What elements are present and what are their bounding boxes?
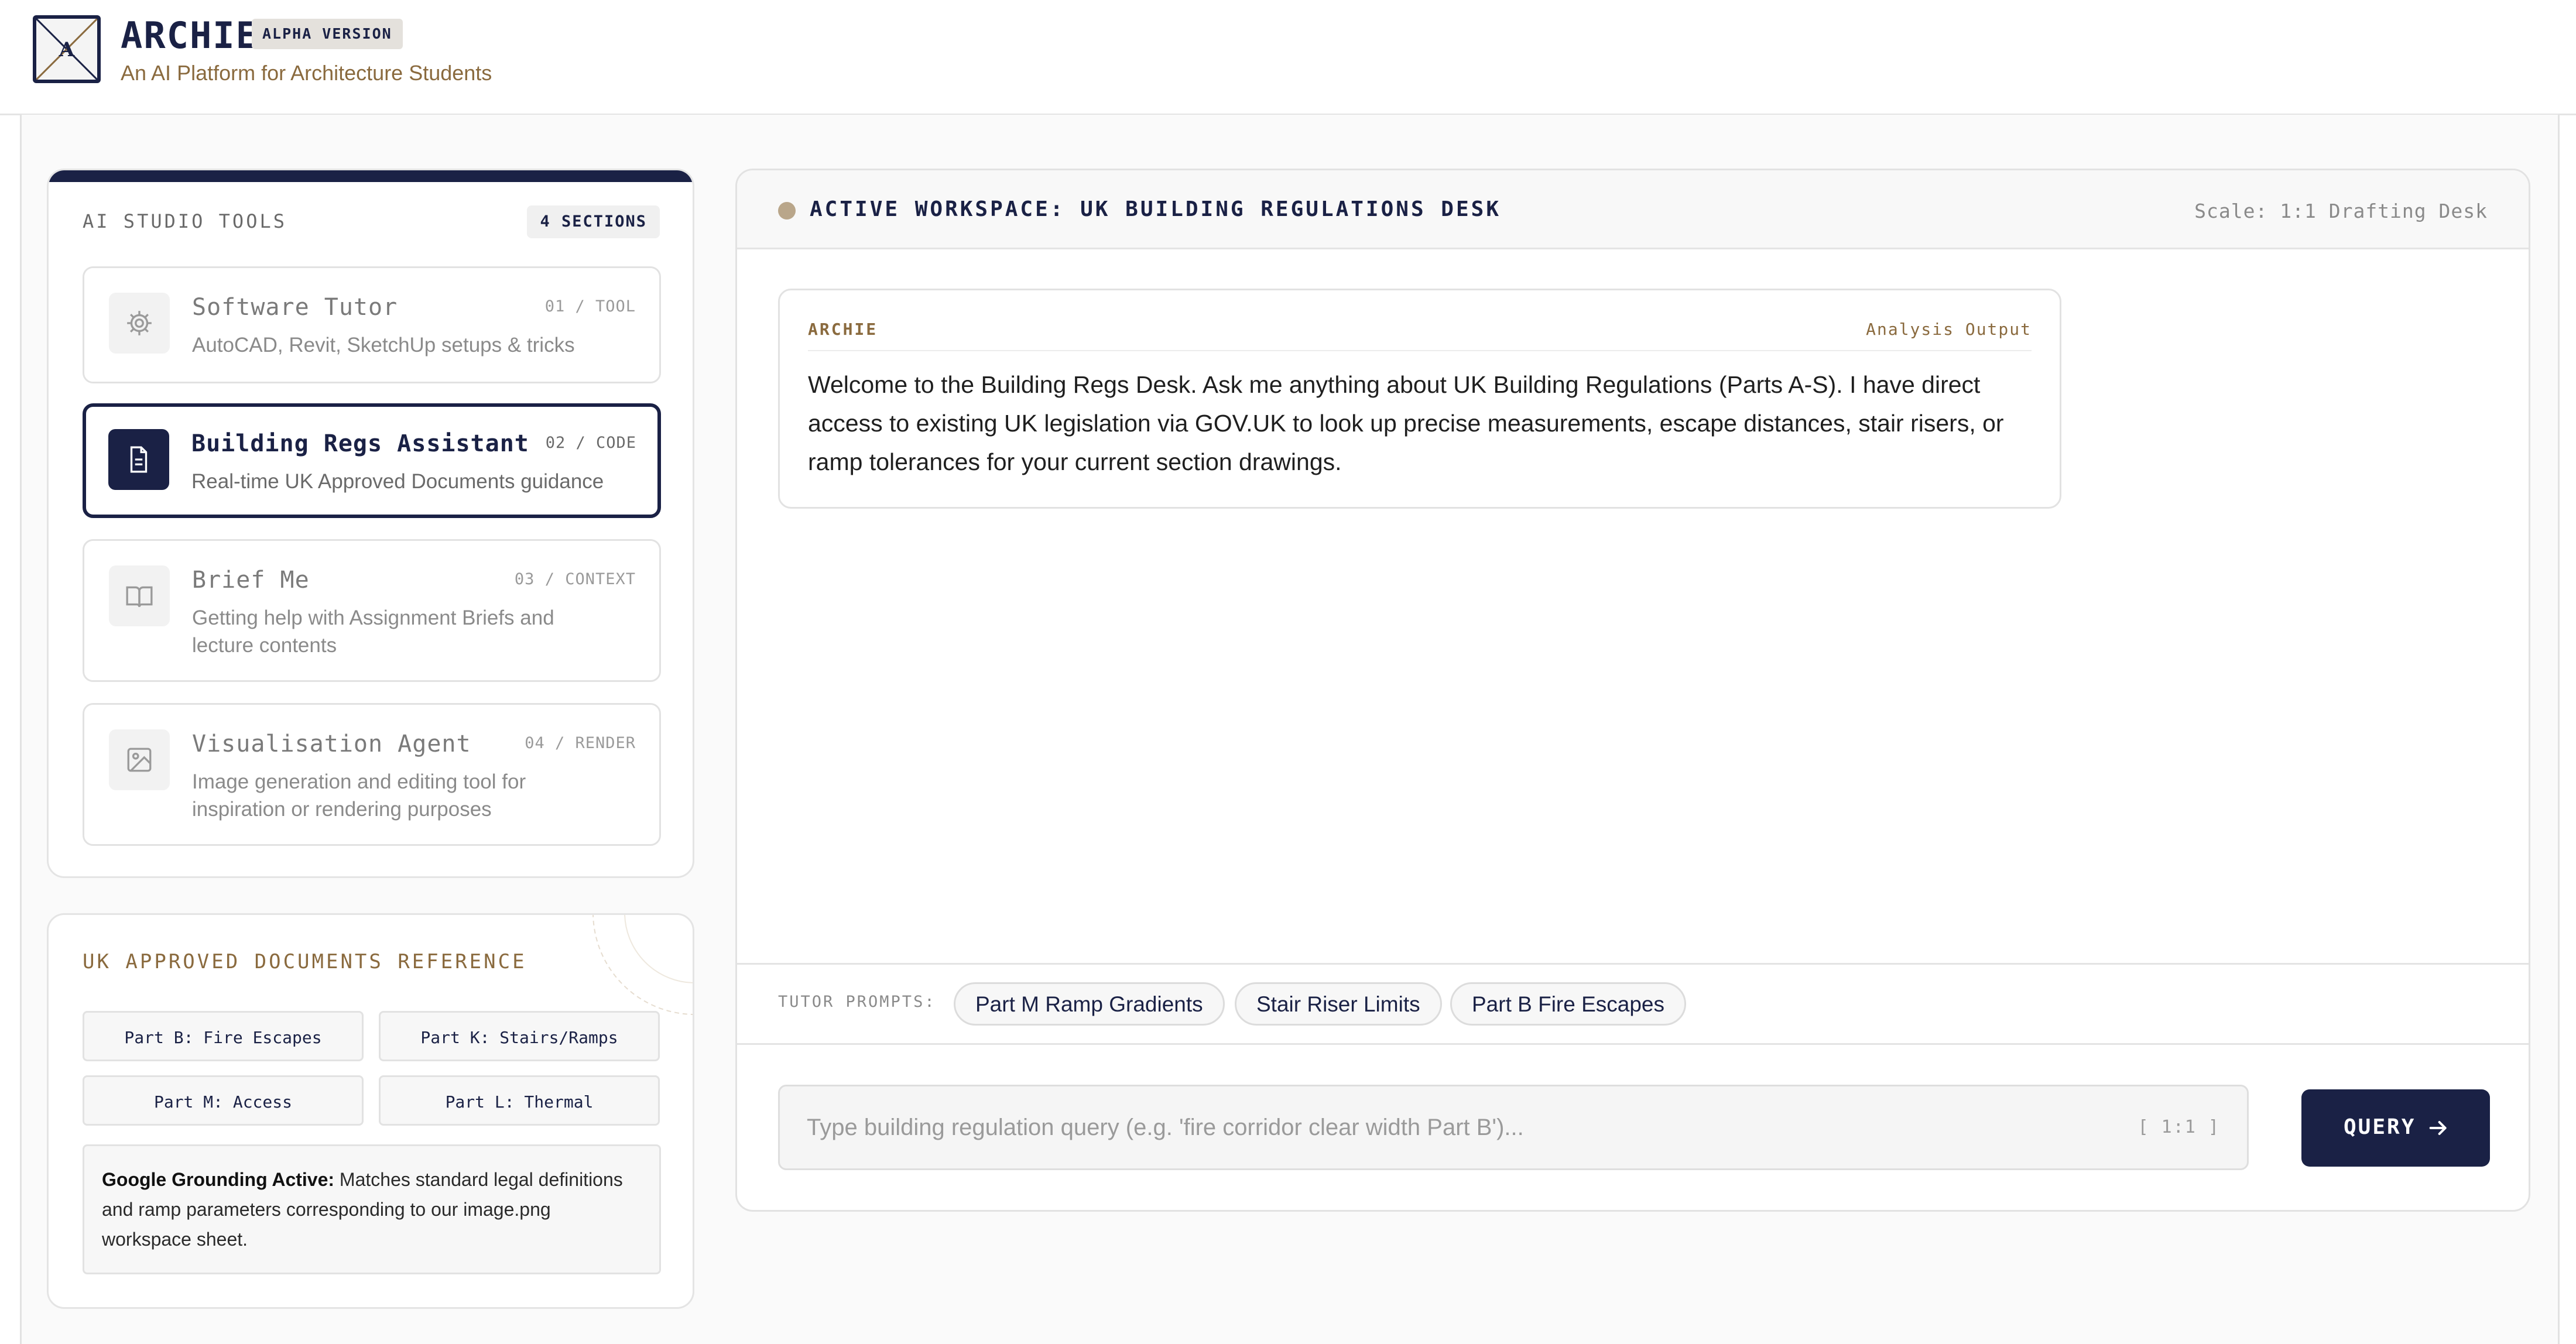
reference-panel-title: UK APPROVED DOCUMENTS REFERENCE — [83, 950, 527, 973]
sections-count-badge: 4 SECTIONS — [527, 205, 660, 238]
app-name: ARCHIE — [121, 14, 259, 57]
book-icon — [109, 565, 170, 626]
query-scale-tag: [ 1:1 ] — [2137, 1117, 2220, 1137]
svg-text:A: A — [59, 38, 75, 61]
tutor-prompts-label: TUTOR PROMPTS: — [778, 993, 936, 1011]
gear-icon — [109, 293, 170, 354]
query-placeholder: Type building regulation query (e.g. 'fi… — [807, 1115, 1524, 1140]
ref-button-part-k[interactable]: Part K: Stairs/Ramps — [379, 1011, 660, 1061]
alpha-badge: ALPHA VERSION — [252, 19, 403, 49]
tool-code: 03 / CONTEXT — [514, 570, 636, 588]
tool-card-visualisation-agent[interactable]: Visualisation Agent 04 / RENDER Image ge… — [83, 703, 661, 846]
tools-panel-title: AI STUDIO TOOLS — [83, 210, 287, 232]
panel-accent-bar — [49, 170, 693, 182]
tool-name: Building Regs Assistant — [191, 430, 529, 457]
tool-code: 02 / CODE — [545, 434, 636, 452]
workspace-chat-panel: ACTIVE WORKSPACE: UK BUILDING REGULATION… — [735, 169, 2530, 1212]
image-icon — [109, 729, 170, 790]
tool-name: Brief Me — [192, 567, 310, 594]
grounding-note: Google Grounding Active: Matches standar… — [83, 1144, 661, 1274]
tool-card-software-tutor[interactable]: Software Tutor 01 / TOOL AutoCAD, Revit,… — [83, 266, 661, 383]
message-label: Analysis Output — [1866, 320, 2032, 339]
arrow-right-icon — [2429, 1121, 2447, 1135]
ref-button-part-b[interactable]: Part B: Fire Escapes — [83, 1011, 364, 1061]
query-input[interactable]: Type building regulation query (e.g. 'fi… — [778, 1085, 2249, 1170]
tool-description: Real-time UK Approved Documents guidance — [191, 470, 604, 493]
tool-description: AutoCAD, Revit, SketchUp setups & tricks — [192, 334, 575, 356]
tool-description: Getting help with Assignment Briefs and … — [192, 606, 554, 657]
tool-code: 01 / TOOL — [544, 297, 636, 316]
scale-label: Scale: 1:1 Drafting Desk — [2194, 200, 2488, 222]
prompt-chip-fire-escapes[interactable]: Part B Fire Escapes — [1450, 982, 1687, 1026]
workspace-header: ACTIVE WORKSPACE: UK BUILDING REGULATION… — [737, 170, 2529, 249]
prompt-chip-stair-riser-limits[interactable]: Stair Riser Limits — [1235, 982, 1442, 1026]
prompt-chip-ramp-gradients[interactable]: Part M Ramp Gradients — [954, 982, 1225, 1026]
decorative-arc-icon — [592, 915, 693, 1015]
tool-description: Image generation and editing tool for in… — [192, 770, 526, 821]
tool-name: Visualisation Agent — [192, 731, 471, 757]
app-tagline: An AI Platform for Architecture Students — [121, 61, 492, 85]
tool-card-brief-me[interactable]: Brief Me 03 / CONTEXT Getting help with … — [83, 539, 661, 682]
archie-logo-icon[interactable]: A — [33, 15, 101, 83]
document-icon — [108, 429, 169, 490]
app-header: A ARCHIE ALPHA VERSION An AI Platform fo… — [0, 0, 2576, 115]
grounding-note-title: Google Grounding Active: — [102, 1169, 335, 1190]
message-divider — [808, 350, 2032, 351]
workspace-title: ACTIVE WORKSPACE: UK BUILDING REGULATION… — [810, 197, 1501, 221]
ref-button-part-m[interactable]: Part M: Access — [83, 1075, 364, 1126]
status-dot-icon — [778, 202, 796, 220]
tool-card-building-regs-assistant[interactable]: Building Regs Assistant 02 / CODE Real-t… — [83, 403, 661, 518]
ai-studio-tools-panel: AI STUDIO TOOLS 4 SECTIONS Software Tuto… — [47, 169, 694, 878]
ref-button-part-l[interactable]: Part L: Thermal — [379, 1075, 660, 1126]
message-sender: ARCHIE — [808, 320, 878, 339]
assistant-message: ARCHIE Analysis Output Welcome to the Bu… — [778, 289, 2061, 509]
message-text: Welcome to the Building Regs Desk. Ask m… — [808, 371, 2004, 475]
query-button-label: QUERY — [2344, 1115, 2416, 1139]
uk-approved-documents-panel: UK APPROVED DOCUMENTS REFERENCE Part B: … — [47, 913, 694, 1309]
tool-code: 04 / RENDER — [525, 734, 636, 752]
tutor-prompts-bar: TUTOR PROMPTS: Part M Ramp Gradients Sta… — [737, 963, 2529, 1045]
tool-name: Software Tutor — [192, 294, 398, 321]
query-button[interactable]: QUERY — [2301, 1089, 2490, 1167]
